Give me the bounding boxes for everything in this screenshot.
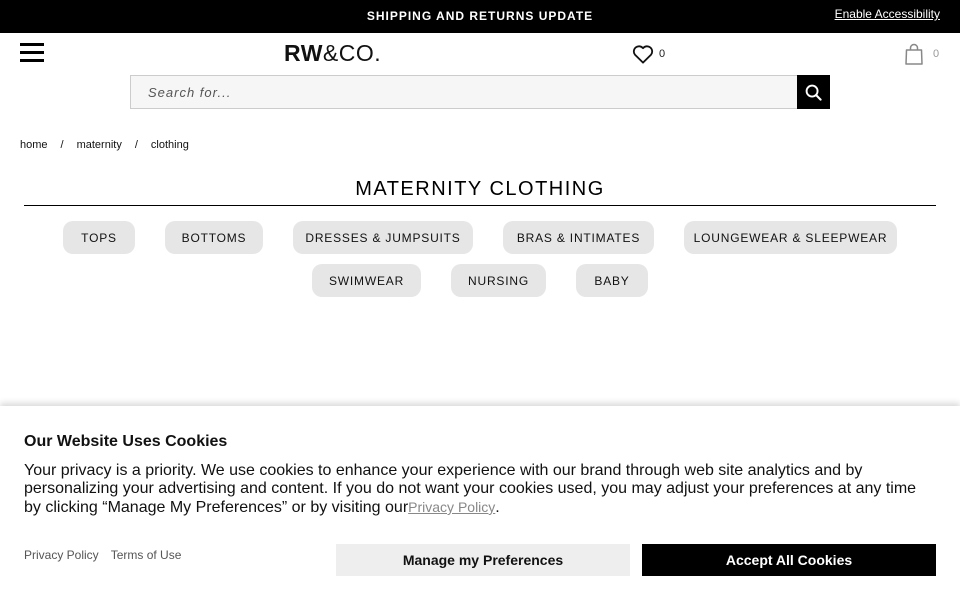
- category-pill-tops[interactable]: TOPS: [63, 221, 135, 254]
- shopping-bag-button[interactable]: 0: [905, 43, 939, 65]
- search-button[interactable]: [797, 75, 830, 109]
- page-title: MATERNITY CLOTHING: [355, 178, 605, 200]
- cookie-body-end: .: [495, 499, 500, 516]
- cookie-privacy-policy-inline-link[interactable]: Privacy Policy: [408, 499, 495, 515]
- enable-accessibility-link[interactable]: Enable Accessibility: [835, 7, 940, 21]
- cookie-terms-of-use-link[interactable]: Terms of Use: [111, 548, 182, 562]
- logo-bold-text: RW: [284, 40, 323, 66]
- breadcrumb-clothing[interactable]: clothing: [151, 139, 189, 151]
- hamburger-menu-icon[interactable]: [20, 43, 44, 63]
- breadcrumb: home / maternity / clothing: [20, 139, 189, 151]
- announcement-message[interactable]: SHIPPING AND RETURNS UPDATE: [0, 9, 960, 23]
- cookie-banner-text: Your privacy is a priority. We use cooki…: [24, 462, 934, 517]
- wishlist-count: 0: [659, 48, 666, 60]
- bag-count: 0: [933, 48, 940, 60]
- search-input[interactable]: [131, 76, 797, 108]
- shopping-bag-icon: [905, 43, 923, 65]
- category-pill-baby[interactable]: BABY: [576, 264, 648, 297]
- title-divider: [24, 205, 936, 206]
- cookie-footer-links: Privacy Policy Terms of Use: [24, 548, 193, 562]
- category-pill-dresses-jumpsuits[interactable]: DRESSES & JUMPSUITS: [293, 221, 473, 254]
- breadcrumb-maternity[interactable]: maternity: [77, 139, 122, 151]
- category-pill-nursing[interactable]: NURSING: [451, 264, 546, 297]
- search-icon: [805, 84, 822, 101]
- accept-all-cookies-button[interactable]: Accept All Cookies: [642, 544, 936, 576]
- cookie-banner-title: Our Website Uses Cookies: [24, 433, 228, 450]
- heart-icon: [632, 45, 654, 64]
- category-pill-loungewear-sleepwear[interactable]: LOUNGEWEAR & SLEEPWEAR: [684, 221, 897, 254]
- breadcrumb-home[interactable]: home: [20, 139, 48, 151]
- logo-rest-text: &CO.: [322, 40, 382, 66]
- search-bar: [130, 75, 830, 109]
- cookie-privacy-policy-link[interactable]: Privacy Policy: [24, 548, 99, 562]
- wishlist-button[interactable]: 0: [632, 43, 665, 65]
- brand-logo[interactable]: RW&CO.: [284, 40, 381, 67]
- category-pill-bottoms[interactable]: BOTTOMS: [165, 221, 263, 254]
- manage-preferences-button[interactable]: Manage my Preferences: [336, 544, 630, 576]
- announcement-bar: SHIPPING AND RETURNS UPDATE Enable Acces…: [0, 0, 960, 33]
- category-pill-swimwear[interactable]: SWIMWEAR: [312, 264, 421, 297]
- breadcrumb-separator: /: [60, 139, 64, 151]
- category-pill-bras-intimates[interactable]: BRAS & INTIMATES: [503, 221, 654, 254]
- breadcrumb-separator: /: [134, 139, 138, 151]
- cookie-banner: Our Website Uses Cookies Your privacy is…: [0, 406, 960, 600]
